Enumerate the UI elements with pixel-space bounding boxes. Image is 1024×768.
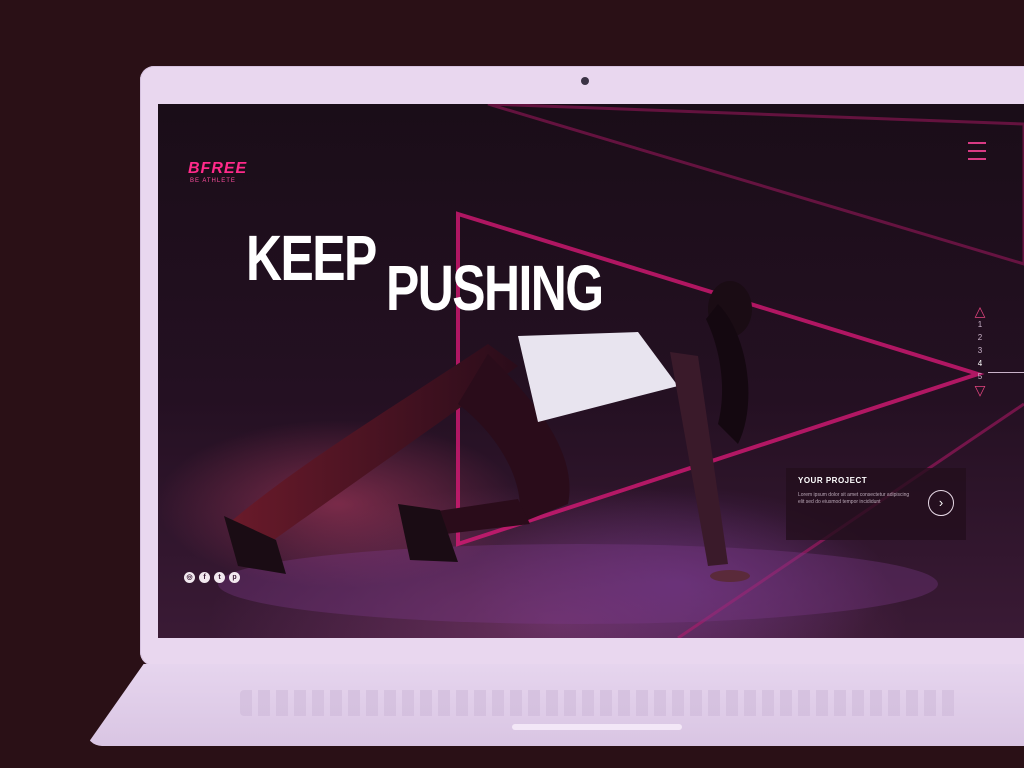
triangle-up-icon[interactable]: △: [968, 304, 992, 318]
pager-number[interactable]: 2: [968, 331, 992, 344]
menu-bar: [968, 150, 986, 152]
menu-bar: [968, 158, 986, 160]
pager-indicator-line: [988, 372, 1024, 373]
hero-headline-keep: KEEP: [246, 222, 377, 294]
webcam-icon: [581, 77, 589, 85]
pager-number[interactable]: 3: [968, 344, 992, 357]
website-screen: BFREE BE ATHLETE KEEP PUSHING △ 1 2 3 4 …: [158, 104, 1024, 638]
social-links: ◎ f t p: [184, 572, 240, 583]
project-card: YOUR PROJECT Lorem ipsum dolor sit amet …: [786, 468, 966, 540]
site-logo[interactable]: BFREE: [188, 160, 247, 178]
laptop-trackpad-lip: [512, 724, 682, 730]
slide-pager: △ 1 2 3 4 5 ▽: [968, 304, 992, 434]
athlete-image: [218, 281, 938, 624]
facebook-icon[interactable]: f: [199, 572, 210, 583]
instagram-icon[interactable]: ◎: [184, 572, 195, 583]
pager-number[interactable]: 1: [968, 318, 992, 331]
pinterest-icon[interactable]: p: [229, 572, 240, 583]
twitter-icon[interactable]: t: [214, 572, 225, 583]
laptop-keyboard: [240, 690, 960, 716]
hero-headline-pushing: PUSHING: [386, 252, 604, 324]
pager-number-active[interactable]: 4: [968, 357, 992, 370]
triangle-down-icon[interactable]: ▽: [968, 383, 992, 397]
arrow-right-circle-icon[interactable]: ›: [928, 490, 954, 516]
project-card-title: YOUR PROJECT: [798, 476, 868, 485]
project-card-text: Lorem ipsum dolor sit amet consectetur a…: [798, 492, 910, 505]
site-logo-tagline: BE ATHLETE: [190, 178, 236, 184]
menu-bar: [968, 142, 986, 144]
hamburger-menu-icon[interactable]: [968, 136, 986, 180]
